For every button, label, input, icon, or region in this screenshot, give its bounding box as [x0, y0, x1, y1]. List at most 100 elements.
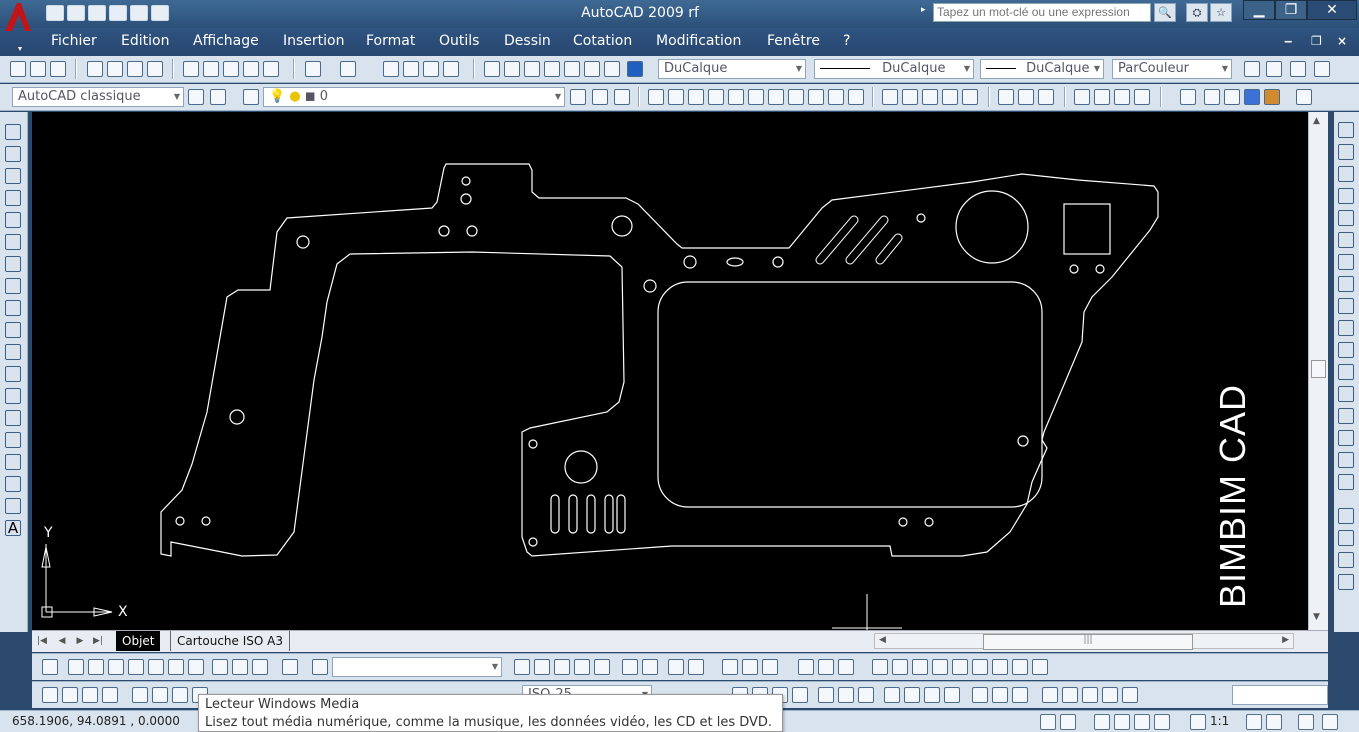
open-file-icon[interactable]: [67, 5, 85, 21]
convert-space-icon[interactable]: [1032, 659, 1048, 675]
color-combo[interactable]: DuCalque ▼: [658, 59, 806, 79]
visual-2d-wireframe-icon[interactable]: [1180, 89, 1196, 105]
zoom-window-icon[interactable]: [534, 659, 550, 675]
gradient-icon[interactable]: [5, 454, 21, 470]
explode-icon[interactable]: [1338, 474, 1354, 490]
pan-status-icon[interactable]: [1094, 714, 1110, 730]
torus-icon[interactable]: [768, 89, 784, 105]
subtract-icon[interactable]: [998, 89, 1014, 105]
zoom-window-2-icon[interactable]: [1082, 687, 1098, 703]
send-to-back-icon[interactable]: [1338, 552, 1354, 568]
extension-snap-icon[interactable]: [792, 687, 808, 703]
zoom-out-icon[interactable]: [642, 659, 658, 675]
redo-icon[interactable]: [340, 61, 356, 77]
sweep-icon[interactable]: [848, 89, 864, 105]
3d-pan-icon[interactable]: [722, 659, 738, 675]
radius-dimension-icon[interactable]: [132, 687, 148, 703]
model-space-icon[interactable]: [1040, 714, 1056, 730]
menu-fichier[interactable]: Fichier: [51, 33, 97, 49]
scroll-right-icon[interactable]: ▶: [1282, 635, 1289, 645]
undo-icon[interactable]: [130, 5, 148, 21]
walk-settings-icon[interactable]: [838, 659, 854, 675]
scale-icon[interactable]: [1338, 276, 1354, 292]
menu-format[interactable]: Format: [366, 33, 415, 49]
sphere-icon[interactable]: [708, 89, 724, 105]
line-icon[interactable]: [5, 124, 21, 140]
zoom-realtime-icon[interactable]: [403, 61, 419, 77]
annotation-visibility-icon[interactable]: [1246, 714, 1262, 730]
ordinate-dimension-icon[interactable]: [102, 687, 118, 703]
menu-cotation[interactable]: Cotation: [573, 33, 632, 49]
communication-center-icon[interactable]: ⛭: [1186, 3, 1208, 22]
named-view-combo[interactable]: ▼: [332, 657, 502, 677]
bring-above-icon[interactable]: [1338, 574, 1354, 590]
circle-icon[interactable]: [5, 256, 21, 272]
perpendicular-snap-icon[interactable]: [884, 687, 900, 703]
view-right-icon[interactable]: [128, 659, 144, 675]
insert-block-icon[interactable]: [5, 366, 21, 382]
menu-help[interactable]: ?: [843, 33, 850, 49]
mirror-icon[interactable]: [1338, 166, 1354, 182]
zoom-all-icon[interactable]: [668, 659, 684, 675]
markup-icon[interactable]: [564, 61, 580, 77]
3d-array-icon[interactable]: [1114, 89, 1130, 105]
zoom-extents-icon[interactable]: [688, 659, 704, 675]
drawing-minimize-button[interactable]: ‒: [1284, 34, 1292, 48]
none-snap-icon[interactable]: [992, 687, 1008, 703]
block-editor-icon[interactable]: [263, 61, 279, 77]
planar-surface-icon[interactable]: [922, 89, 938, 105]
slice-icon[interactable]: [1038, 89, 1054, 105]
fillet-icon[interactable]: [1338, 452, 1354, 468]
insert-snap-icon[interactable]: [924, 687, 940, 703]
zoom-status-icon[interactable]: [1114, 714, 1130, 730]
center-snap-icon[interactable]: [818, 687, 834, 703]
parallel-snap-icon[interactable]: [904, 687, 920, 703]
text-style-icon[interactable]: [972, 659, 988, 675]
search-icon[interactable]: 🔍: [1154, 3, 1176, 22]
jogged-dimension-icon[interactable]: [152, 687, 168, 703]
menu-modification[interactable]: Modification: [656, 33, 741, 49]
3d-mirror-icon[interactable]: [1134, 89, 1150, 105]
diameter-dimension-icon[interactable]: [172, 687, 188, 703]
favorites-icon[interactable]: ☆: [1210, 3, 1232, 22]
tab-objet[interactable]: Objet: [116, 631, 161, 651]
justify-text-icon[interactable]: [1012, 659, 1028, 675]
menu-fenetre[interactable]: Fenêtre: [767, 33, 820, 49]
construction-line-icon[interactable]: [5, 146, 21, 162]
3d-align-icon[interactable]: [1094, 89, 1110, 105]
view-ne-iso-icon[interactable]: [232, 659, 248, 675]
plot-preview-icon[interactable]: [107, 61, 123, 77]
visual-3d-wireframe-icon[interactable]: [1204, 89, 1220, 105]
menu-edition[interactable]: Edition: [121, 33, 169, 49]
polyline-icon[interactable]: [5, 168, 21, 184]
show-motion-icon[interactable]: [1154, 714, 1170, 730]
3d-orbit-constrained-icon[interactable]: [742, 659, 758, 675]
make-layer-current-icon[interactable]: [570, 89, 586, 105]
copy-icon[interactable]: [203, 61, 219, 77]
layer-combo[interactable]: 💡 ● ◼ 0 ▼: [263, 87, 565, 107]
3d-free-orbit-icon[interactable]: [762, 659, 778, 675]
table-icon[interactable]: [5, 498, 21, 514]
trim-icon[interactable]: [1338, 320, 1354, 336]
tool-palettes-icon[interactable]: [524, 61, 540, 77]
menu-outils[interactable]: Outils: [439, 33, 479, 49]
first-tab-icon[interactable]: |◀: [36, 634, 48, 648]
zoom-window-icon[interactable]: [423, 61, 439, 77]
linear-dimension-icon[interactable]: [42, 687, 58, 703]
open-icon[interactable]: [30, 61, 46, 77]
drawing-canvas[interactable]: Y X BIMBIM CAD: [32, 112, 1308, 630]
scroll-up-icon[interactable]: ▲: [1313, 116, 1320, 126]
zoom-center-icon[interactable]: [594, 659, 610, 675]
nearest-snap-icon[interactable]: [972, 687, 988, 703]
camera-icon[interactable]: [282, 659, 298, 675]
layout-icon[interactable]: [42, 659, 58, 675]
save-icon[interactable]: [50, 61, 66, 77]
point-icon[interactable]: [5, 410, 21, 426]
plotstyle-combo[interactable]: ParCouleur ▼: [1112, 59, 1232, 79]
make-block-icon[interactable]: [5, 388, 21, 404]
loft-icon[interactable]: [902, 89, 918, 105]
helix-icon[interactable]: [942, 89, 958, 105]
vertical-scrollbar[interactable]: ▲ ▼: [1308, 112, 1328, 630]
toolbar-lock-icon[interactable]: [1322, 714, 1338, 730]
layer-properties-icon[interactable]: [243, 89, 259, 105]
